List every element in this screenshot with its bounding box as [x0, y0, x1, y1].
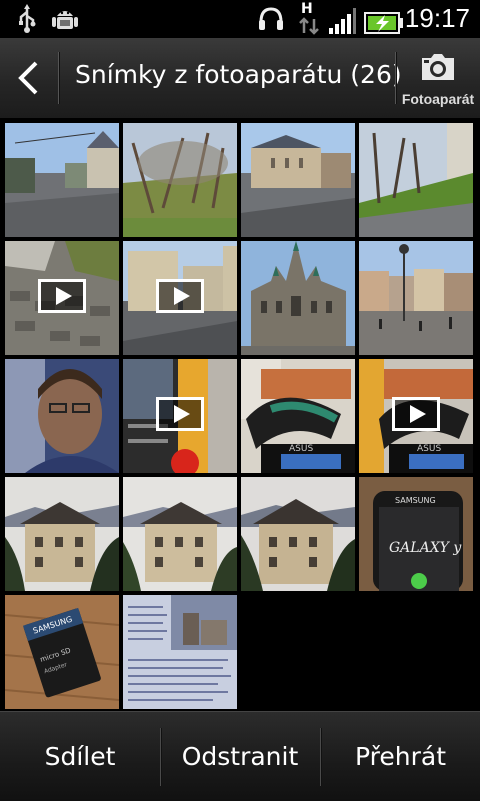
usb-icon [19, 4, 36, 33]
gallery-item-photo[interactable] [123, 123, 237, 237]
status-time: 19:17 [404, 3, 470, 33]
android-debug-icon [52, 11, 78, 29]
back-button[interactable] [0, 38, 58, 118]
divider [58, 52, 59, 104]
action-bar: Snímky z fotoaparátu (26) Fotoaparát [0, 38, 480, 119]
gallery-item-photo[interactable]: SAMSUNG GALAXY y [359, 477, 473, 591]
photo-grid: ASUS ASUS SAMSUNG GALAXY y SAMSUNG micro… [0, 118, 480, 711]
gallery-item-photo[interactable] [241, 123, 355, 237]
svg-text:ASUS: ASUS [417, 444, 441, 454]
gallery-item-photo[interactable] [123, 595, 237, 709]
gallery-item-photo[interactable] [241, 477, 355, 591]
camera-icon [422, 54, 454, 80]
svg-text:GALAXY y: GALAXY y [389, 540, 462, 556]
gallery-item-photo[interactable]: SAMSUNG micro SD Adapter [5, 595, 119, 709]
video-play-icon [392, 397, 440, 431]
gallery-item-photo[interactable] [359, 123, 473, 237]
gallery-item-photo[interactable] [5, 359, 119, 473]
page-title: Snímky z fotoaparátu (26) [75, 60, 402, 89]
share-button[interactable]: Sdílet [0, 712, 160, 801]
bottom-action-bar: Sdílet Odstranit Přehrát [0, 711, 480, 801]
headset-icon [259, 7, 283, 30]
gallery-item-photo[interactable] [241, 241, 355, 355]
battery-charging-icon [364, 12, 403, 34]
status-bar: H 19:17 [0, 0, 480, 38]
video-play-icon [156, 397, 204, 431]
gallery-item-photo[interactable] [5, 477, 119, 591]
gallery-item-video[interactable] [5, 241, 119, 355]
svg-text:ASUS: ASUS [289, 444, 313, 454]
gallery-item-photo[interactable] [359, 241, 473, 355]
gallery-item-video[interactable]: ASUS [359, 359, 473, 473]
network-type-indicator: H [298, 1, 320, 35]
delete-button[interactable]: Odstranit [161, 712, 319, 801]
gallery-item-video[interactable] [123, 359, 237, 473]
signal-icon [329, 8, 356, 34]
camera-button-label: Fotoaparát [401, 91, 475, 107]
camera-button[interactable]: Fotoaparát [396, 38, 480, 118]
gallery-item-photo[interactable] [5, 123, 119, 237]
gallery-item-video[interactable] [123, 241, 237, 355]
video-play-icon [38, 279, 86, 313]
gallery-item-photo[interactable] [123, 477, 237, 591]
video-play-icon [156, 279, 204, 313]
play-button[interactable]: Přehrát [321, 712, 480, 801]
chevron-left-icon [18, 61, 38, 95]
gallery-item-photo[interactable]: ASUS [241, 359, 355, 473]
svg-text:SAMSUNG: SAMSUNG [395, 496, 436, 505]
data-transfer-icon [299, 17, 319, 35]
